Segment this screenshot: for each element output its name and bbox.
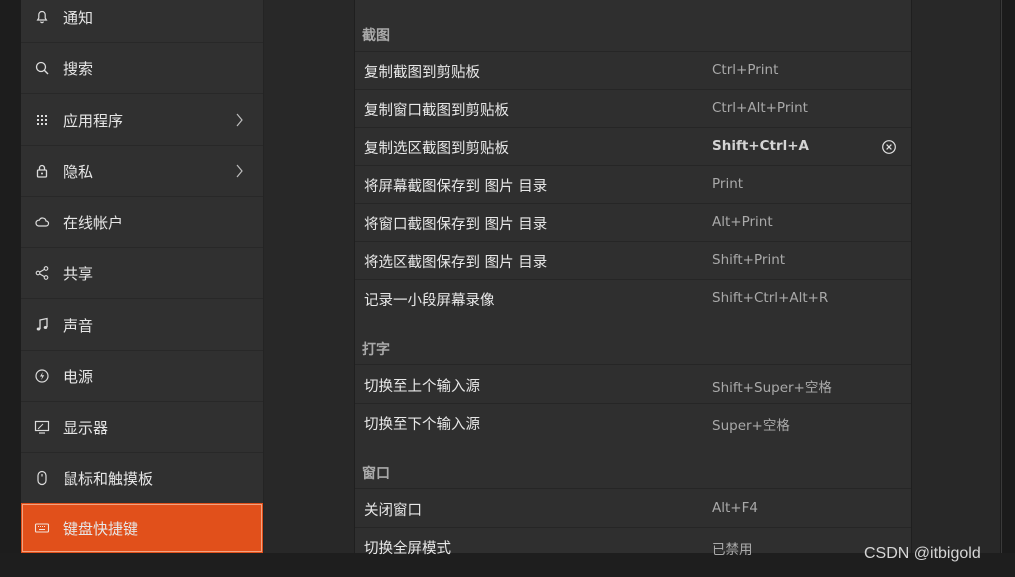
power-icon [34,368,50,384]
sidebar-item-label: 共享 [63,264,94,283]
sidebar-item-power[interactable]: 电源 [21,351,263,401]
shortcut-row[interactable]: 将窗口截图保存到 图片 目录 Alt+Print [355,204,911,241]
shortcut-row[interactable]: 将屏幕截图保存到 图片 目录 Print [355,166,911,203]
background-left-edge [0,0,21,577]
shortcut-accel: Ctrl+Alt+Print [712,100,808,116]
sidebar-item-sharing[interactable]: 共享 [21,248,263,298]
shortcut-row[interactable]: 切换全屏模式 已禁用 [355,528,911,565]
cloud-icon [34,214,50,230]
shortcut-accel: Shift+Ctrl+A [712,138,810,154]
sidebar-item-sound[interactable]: 声音 [21,300,263,350]
sidebar-item-mouse-touchpad[interactable]: 鼠标和触摸板 [21,453,263,503]
sidebar-item-label: 搜索 [63,59,94,78]
shortcut-name: 将选区截图保存到 图片 目录 [364,255,548,271]
shortcut-row[interactable]: 关闭窗口 Alt+F4 [355,490,911,527]
shortcut-name: 复制截图到剪贴板 [364,65,480,81]
background-window-edge [1001,0,1015,553]
shortcut-row[interactable]: 切换至下个输入源 Super+空格 [355,404,911,441]
sidebar-item-keyboard-shortcuts[interactable]: 键盘快捷键 [21,503,263,553]
sidebar-item-label: 电源 [63,367,94,386]
mouse-icon [34,470,50,486]
sidebar-item-label: 鼠标和触摸板 [63,469,154,488]
shortcut-name: 将屏幕截图保存到 图片 目录 [364,179,548,195]
sidebar-item-online-accounts[interactable]: 在线帐户 [21,197,263,247]
shortcuts-list: 截图 复制截图到剪贴板 Ctrl+Print 复制窗口截图到剪贴板 Ctrl+A… [354,0,912,558]
shortcut-row[interactable]: 将选区截图保存到 图片 目录 Shift+Print [355,242,911,279]
shortcut-name: 切换全屏模式 [364,541,451,557]
shortcut-accel: 已禁用 [712,542,753,558]
section-title-typing: 打字 [362,342,390,358]
shortcut-row[interactable]: 切换至上个输入源 Shift+Super+空格 [355,366,911,403]
lock-icon [34,163,50,179]
sidebar-item-notifications[interactable]: 通知 [21,0,263,42]
settings-sidebar: 通知 搜索 应用程序 隐私 在线帐户 共享 声音 电源 显示器 鼠标和触摸板 键… [21,0,263,553]
search-icon [34,60,50,76]
shortcut-accel: Alt+F4 [712,500,758,516]
sidebar-item-applications[interactable]: 应用程序 [21,95,263,145]
display-icon [34,419,50,435]
keyboard-icon [34,520,50,536]
sidebar-item-label: 应用程序 [63,111,124,130]
chevron-right-icon [234,112,244,128]
chevron-right-icon [234,163,244,179]
shortcut-name: 切换至上个输入源 [364,379,480,395]
watermark: CSDN @itbigold [864,545,981,562]
shortcut-name: 复制窗口截图到剪贴板 [364,103,509,119]
bell-icon [34,9,50,25]
sidebar-item-label: 通知 [63,8,94,27]
shortcut-accel: Shift+Ctrl+Alt+R [712,290,829,306]
share-icon [34,265,50,281]
sidebar-item-label: 隐私 [63,162,94,181]
sidebar-item-search[interactable]: 搜索 [21,43,263,93]
shortcut-accel: Super+空格 [712,418,790,434]
shortcut-row[interactable]: 复制选区截图到剪贴板 Shift+Ctrl+A [355,128,911,165]
shortcut-accel: Alt+Print [712,214,773,230]
shortcut-name: 将窗口截图保存到 图片 目录 [364,217,548,233]
sidebar-item-label: 键盘快捷键 [63,519,139,538]
sidebar-item-privacy[interactable]: 隐私 [21,146,263,196]
shortcut-accel: Shift+Super+空格 [712,380,832,396]
sidebar-item-label: 在线帐户 [63,213,124,232]
shortcut-accel: Shift+Print [712,252,786,268]
music-note-icon [34,317,50,333]
shortcut-row[interactable]: 复制截图到剪贴板 Ctrl+Print [355,52,911,89]
section-title-windows: 窗口 [362,466,390,482]
shortcut-name: 复制选区截图到剪贴板 [364,141,509,157]
shortcut-row[interactable]: 复制窗口截图到剪贴板 Ctrl+Alt+Print [355,90,911,127]
shortcut-row[interactable]: 记录一小段屏幕录像 Shift+Ctrl+Alt+R [355,280,911,317]
shortcut-name: 切换至下个输入源 [364,417,480,433]
section-title-screenshots: 截图 [362,28,390,44]
apps-grid-icon [34,112,50,128]
reset-shortcut-icon[interactable] [881,139,897,155]
shortcut-accel: Print [712,176,744,192]
sidebar-item-label: 显示器 [63,418,109,437]
sidebar-item-label: 声音 [63,316,94,335]
shortcut-accel: Ctrl+Print [712,62,779,78]
shortcut-name: 记录一小段屏幕录像 [364,293,495,309]
sidebar-item-displays[interactable]: 显示器 [21,402,263,452]
shortcut-name: 关闭窗口 [364,503,422,519]
